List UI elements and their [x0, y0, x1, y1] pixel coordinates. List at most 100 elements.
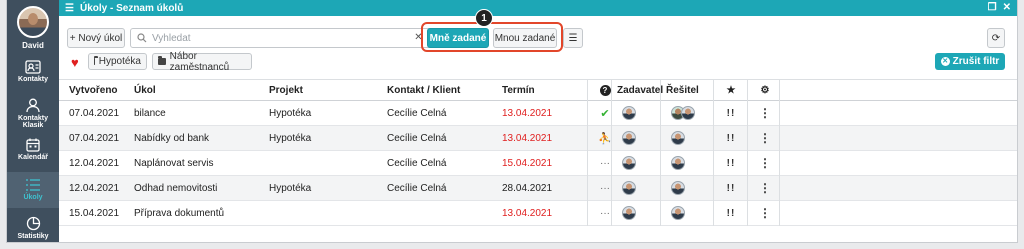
assigner-avatar — [622, 126, 636, 150]
column-header[interactable]: Úkol — [134, 80, 156, 100]
assigned-by-me-button[interactable]: Mnou zadané — [493, 28, 557, 48]
sidebar-item-label: Statistiky — [17, 233, 49, 240]
assigner-avatar — [622, 201, 636, 225]
priority-indicator[interactable]: !! — [719, 201, 743, 225]
task-name[interactable]: Nabídky od bank — [134, 126, 209, 150]
search-input[interactable]: Vyhledat ✕⌄ — [130, 28, 446, 48]
search-icon — [137, 33, 147, 43]
close-icon[interactable]: ✕ — [1003, 2, 1011, 13]
status-icon[interactable]: ··· — [595, 201, 615, 225]
column-header[interactable]: Řešitel — [666, 80, 699, 100]
favorite-heart-icon[interactable]: ♥ — [71, 55, 79, 70]
status-icon[interactable]: ⛹ — [595, 126, 615, 150]
user-profile[interactable]: David — [7, 6, 59, 50]
gear-icon[interactable]: ⚙ — [753, 80, 777, 100]
priority-indicator[interactable]: !! — [719, 151, 743, 175]
window-titlebar: ☰ Úkoly - Seznam úkolů ❐ ✕ — [59, 0, 1017, 16]
menu-icon[interactable]: ☰ — [563, 28, 583, 48]
solver-avatars — [671, 151, 685, 175]
project-name: Hypotéka — [269, 182, 312, 194]
folder-icon — [94, 56, 97, 65]
divider — [713, 79, 714, 226]
refresh-icon[interactable]: ⟳ — [987, 28, 1005, 48]
table-row[interactable]: 12.04.2021 Odhad nemovitosti Hypotéka Cecíl… — [59, 176, 1017, 201]
main-content: + Nový úkol Vyhledat ✕⌄ Mně zadané Mnou … — [59, 9, 1017, 242]
table-row[interactable]: 12.04.2021 Naplánovat servis Cecílie Celná… — [59, 151, 1017, 176]
created-date: 07.04.2021 — [69, 132, 120, 144]
avatar — [622, 156, 636, 170]
divider — [660, 79, 661, 226]
avatar — [622, 106, 636, 120]
column-header[interactable]: Kontakt / Klient — [387, 80, 460, 100]
more-options-icon[interactable]: ⋮ — [753, 101, 777, 125]
table-row[interactable]: 07.04.2021 bilance Hypotéka Cecílie Celná 13… — [59, 101, 1017, 126]
task-name[interactable]: Odhad nemovitosti — [134, 176, 217, 200]
assigned-to-me-button[interactable]: Mně zadané — [427, 28, 489, 48]
status-icon[interactable]: ··· — [595, 176, 615, 200]
folder-icon — [158, 56, 166, 65]
more-options-icon[interactable]: ⋮ — [753, 151, 777, 175]
tasks-list-icon — [26, 179, 40, 191]
more-options-icon[interactable]: ⋮ — [753, 126, 777, 150]
contacts-card-icon — [25, 60, 41, 74]
contact-name[interactable]: Cecílie Celná — [387, 151, 446, 175]
status-help-icon[interactable]: ? — [595, 80, 615, 100]
window-controls: ❐ ✕ — [988, 2, 1011, 13]
tag-label: Hypotéka — [98, 56, 141, 67]
restore-window-icon[interactable]: ❐ — [988, 2, 997, 13]
task-name[interactable]: bilance — [134, 101, 166, 125]
sidebar-item-kalendar[interactable]: Kalendář — [7, 138, 59, 161]
sidebar-item-label: Kalendář — [18, 154, 48, 161]
status-icon[interactable]: ··· — [595, 151, 615, 175]
table-row[interactable]: 15.04.2021 Příprava dokumentů 13.04.2021 ··… — [59, 201, 1017, 226]
contact-name[interactable]: Cecílie Celná — [387, 176, 446, 200]
table-header: Vytvořeno Úkol Projekt Kontakt / Klient … — [59, 79, 1017, 101]
sidebar-item-kontakty[interactable]: Kontakty — [7, 60, 59, 83]
contact-name[interactable]: Cecílie Celná — [387, 126, 446, 150]
more-options-icon[interactable]: ⋮ — [753, 176, 777, 200]
created-date: 07.04.2021 — [69, 107, 120, 119]
sidebar-item-statistiky[interactable]: Statistiky — [7, 216, 59, 240]
divider — [747, 79, 748, 226]
callout-badge: 1 — [475, 9, 493, 27]
tag-hypoteka[interactable]: Hypotéka — [88, 53, 147, 70]
list-icon: ☰ — [65, 2, 74, 14]
tag-label: Nábor zaměstnanců — [169, 50, 230, 73]
column-header[interactable]: Vytvořeno — [69, 80, 118, 100]
assigner-avatar — [622, 176, 636, 200]
column-header[interactable]: Projekt — [269, 80, 303, 100]
priority-indicator[interactable]: !! — [719, 101, 743, 125]
avatar — [671, 131, 685, 145]
solver-avatars — [671, 201, 685, 225]
task-name[interactable]: Příprava dokumentů — [134, 201, 224, 225]
priority-indicator[interactable]: !! — [719, 176, 743, 200]
reset-filter-button[interactable]: ✕ Zrušit filtr — [935, 53, 1005, 70]
created-date: 12.04.2021 — [69, 182, 120, 194]
avatar — [622, 206, 636, 220]
created-date: 15.04.2021 — [69, 207, 120, 219]
table-body: 07.04.2021 bilance Hypotéka Cecílie Celná 13… — [59, 101, 1017, 226]
star-icon[interactable]: ★ — [719, 80, 743, 100]
avatar[interactable] — [17, 6, 49, 38]
contact-name[interactable]: Cecílie Celná — [387, 101, 446, 125]
calendar-icon — [26, 138, 40, 152]
new-task-button[interactable]: + Nový úkol — [67, 28, 125, 48]
sidebar-item-ukoly[interactable]: Úkoly — [7, 172, 59, 208]
deadline-date: 13.04.2021 — [502, 207, 553, 219]
sidebar: David Kontakty Kontakty Klasik Kalendář … — [7, 0, 59, 242]
status-icon[interactable]: ✔ — [595, 101, 615, 125]
sidebar-item-kontakty-klasik[interactable]: Kontakty Klasik — [7, 98, 59, 129]
column-header[interactable]: Zadavatel — [617, 80, 663, 100]
tag-nabor[interactable]: Nábor zaměstnanců — [152, 50, 252, 73]
more-options-icon[interactable]: ⋮ — [753, 201, 777, 225]
tasks-table: Vytvořeno Úkol Projekt Kontakt / Klient … — [59, 79, 1017, 226]
task-name[interactable]: Naplánovat servis — [134, 151, 213, 175]
priority-indicator[interactable]: !! — [719, 126, 743, 150]
created-date: 12.04.2021 — [69, 157, 120, 169]
window-title: Úkoly - Seznam úkolů — [79, 2, 184, 14]
deadline-date: 15.04.2021 — [502, 157, 553, 169]
avatar — [622, 131, 636, 145]
table-row[interactable]: 07.04.2021 Nabídky od bank Hypotéka Cecílie… — [59, 126, 1017, 151]
column-header[interactable]: Termín — [502, 80, 535, 100]
divider — [587, 79, 588, 226]
